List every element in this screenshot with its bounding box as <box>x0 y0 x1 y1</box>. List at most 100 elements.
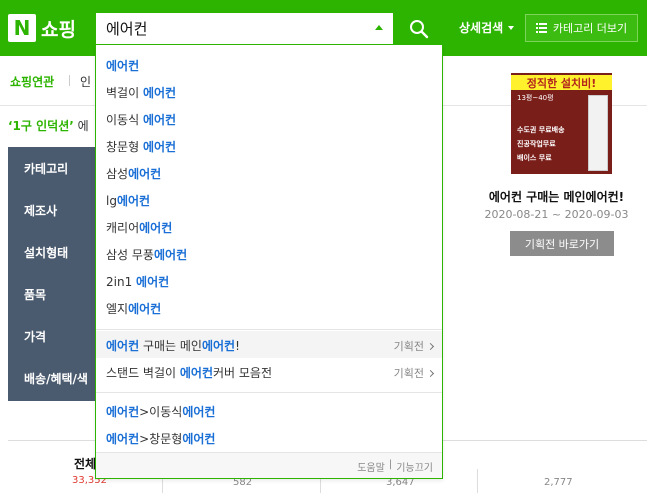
filter-item-type[interactable]: 품목 <box>24 286 46 303</box>
category-path-suggestion[interactable]: 에어컨>창문형에어컨 <box>106 430 215 447</box>
filter-price[interactable]: 가격 <box>24 328 46 345</box>
logo-text: 쇼핑 <box>41 18 76 41</box>
related-label: 쇼핑연관 <box>10 75 55 89</box>
ad-banner-title: 정직한 설치비! <box>511 75 612 90</box>
suggestion-item[interactable]: 엘지에어컨 <box>106 300 161 317</box>
suggestion-item[interactable]: lg에어컨 <box>106 192 150 209</box>
suggestion-item[interactable]: 캐리어에어컨 <box>106 219 172 236</box>
promo-text: 스탠드 벽걸이 에어컨커버 모음전 <box>106 364 272 381</box>
suggestion-keyword: 에어컨 <box>128 302 162 316</box>
suggestion-item[interactable]: 삼성에어컨 <box>106 165 161 182</box>
suggestion-item[interactable]: 벽걸이 에어컨 <box>106 84 176 101</box>
search-icon <box>410 19 429 38</box>
promo-text: 에어컨 구매는 메인에어컨! <box>106 337 240 354</box>
promo-text-part: 커버 모음전 <box>213 366 273 380</box>
path-keyword: 에어컨 <box>106 405 140 419</box>
related-keyword[interactable]: 인 <box>80 73 91 90</box>
ad-banner-image[interactable]: 정직한 설치비! 13평~40평 수도권 무료배송 진공작업무료 배이스 무료 <box>511 73 612 174</box>
help-link[interactable]: 도움말 <box>357 459 385 474</box>
suggestion-keyword: 에어컨 <box>142 140 177 154</box>
suggestion-keyword: 에어컨 <box>116 194 151 208</box>
promo-text-part: 구매는 메인 <box>139 339 202 353</box>
dropdown-footer: 도움말 | 기능끄기 <box>96 452 442 478</box>
suggestion-text: 이동식 <box>106 113 143 127</box>
category-path-suggestion[interactable]: 에어컨>이동식에어컨 <box>106 403 215 420</box>
chevron-down-icon <box>508 25 515 30</box>
turn-off-link[interactable]: 기능끄기 <box>396 459 433 474</box>
naver-n-icon: N <box>8 14 36 42</box>
footer-separator: | <box>388 459 393 470</box>
suggestion-text: lg <box>106 194 117 208</box>
suggestion-item[interactable]: 에어컨 <box>106 57 139 74</box>
divider <box>96 329 442 330</box>
promo-tag: 기획전 <box>393 338 435 354</box>
filter-manufacturer[interactable]: 제조사 <box>24 202 57 219</box>
air-conditioner-image <box>588 95 608 171</box>
promo-keyword: 에어컨 <box>106 339 140 353</box>
suggestion-keyword: 에어컨 <box>153 248 188 262</box>
suggestion-text: 2in1 <box>106 275 137 289</box>
path-keyword: 에어컨 <box>182 405 216 419</box>
suggestion-text: 창문형 <box>106 140 143 154</box>
ad-date: 2020-08-21 ~ 2020-09-03 <box>484 208 629 221</box>
promo-tag: 기획전 <box>393 365 435 381</box>
suggestion-item[interactable]: 삼성 무풍에어컨 <box>106 246 187 263</box>
tab-count: 2,777 <box>544 477 573 488</box>
path-keyword: 에어컨 <box>106 432 140 446</box>
suggestion-item[interactable]: 이동식 에어컨 <box>106 111 176 128</box>
ad-button[interactable]: 기획전 바로가기 <box>510 231 614 256</box>
tab-all-label: 전체 <box>74 457 97 471</box>
suggestion-text: 엘지 <box>106 302 129 316</box>
suggestion-text: 삼성 <box>106 167 129 181</box>
suggestion-text: 캐리어 <box>106 221 140 235</box>
suggestion-keyword: 에어컨 <box>106 59 140 73</box>
promo-text-part: ! <box>235 339 240 353</box>
caret-up-icon[interactable] <box>375 25 383 30</box>
suggestion-keyword: 에어컨 <box>136 275 170 289</box>
promo-suggestion[interactable]: 에어컨 구매는 메인에어컨! 기획전 <box>96 331 442 358</box>
promo-tag-label: 기획전 <box>393 367 424 380</box>
suggestion-keyword: 에어컨 <box>142 113 177 127</box>
footer-links: 도움말 | 기능끄기 <box>357 459 433 474</box>
search-input[interactable] <box>96 13 366 44</box>
search-suggestion-notice: ‘1구 인덕션’ 에 <box>8 117 89 134</box>
category-more-button[interactable]: 카테고리 더보기 <box>525 14 638 42</box>
ad-banner-line: 진공작업무료 <box>517 140 556 148</box>
suggestion-item[interactable]: 창문형 에어컨 <box>106 138 176 155</box>
detail-search-button[interactable]: 상세검색 <box>459 19 515 36</box>
ad-name[interactable]: 에어컨 구매는 메인에어컨! <box>466 188 647 205</box>
naver-shopping-logo[interactable]: N 쇼핑 <box>8 14 76 42</box>
suggestion-keyword: 에어컨 <box>128 167 162 181</box>
chevron-right-icon <box>426 369 435 377</box>
suggestion-keyword: 에어컨 <box>139 221 173 235</box>
detail-search-label: 상세검색 <box>459 21 504 35</box>
chevron-right-icon <box>426 342 435 350</box>
suggestion-keyword: 에어컨 <box>142 86 177 100</box>
suggested-keyword[interactable]: ‘1구 인덕션’ <box>8 119 74 133</box>
promo-tag-label: 기획전 <box>393 340 424 353</box>
divider <box>69 75 70 86</box>
notice-text: 에 <box>73 119 89 133</box>
suggestion-text: 삼성 무풍 <box>106 248 154 262</box>
divider <box>477 469 478 493</box>
promo-suggestion[interactable]: 스탠드 벽걸이 에어컨커버 모음전 기획전 <box>96 358 442 385</box>
suggestion-item[interactable]: 2in1 에어컨 <box>106 273 169 290</box>
autocomplete-dropdown: 에어컨 벽걸이 에어컨 이동식 에어컨 창문형 에어컨 삼성에어컨 lg에어컨 … <box>95 44 443 479</box>
path-text: >이동식 <box>139 405 183 419</box>
search-button[interactable] <box>394 12 444 45</box>
suggestion-text: 벽걸이 <box>106 86 143 100</box>
list-icon <box>535 23 547 33</box>
ad-banner-sub: 13평~40평 <box>517 94 554 102</box>
filter-panel: 카테고리 제조사 설치형태 품목 가격 배송/혜택/색 <box>8 147 98 401</box>
ad-banner-line: 배이스 무료 <box>517 154 552 162</box>
category-more-label: 카테고리 더보기 <box>552 22 628 35</box>
promo-text-part: 스탠드 벽걸이 <box>106 366 180 380</box>
path-keyword: 에어컨 <box>182 432 216 446</box>
ad-banner-line: 수도권 무료배송 <box>517 126 565 134</box>
filter-category[interactable]: 카테고리 <box>24 160 68 177</box>
promo-keyword: 에어컨 <box>179 366 213 380</box>
filter-install-type[interactable]: 설치형태 <box>24 244 68 261</box>
divider <box>96 392 442 393</box>
promo-keyword: 에어컨 <box>201 339 236 353</box>
filter-delivery[interactable]: 배송/혜택/색 <box>24 370 88 387</box>
